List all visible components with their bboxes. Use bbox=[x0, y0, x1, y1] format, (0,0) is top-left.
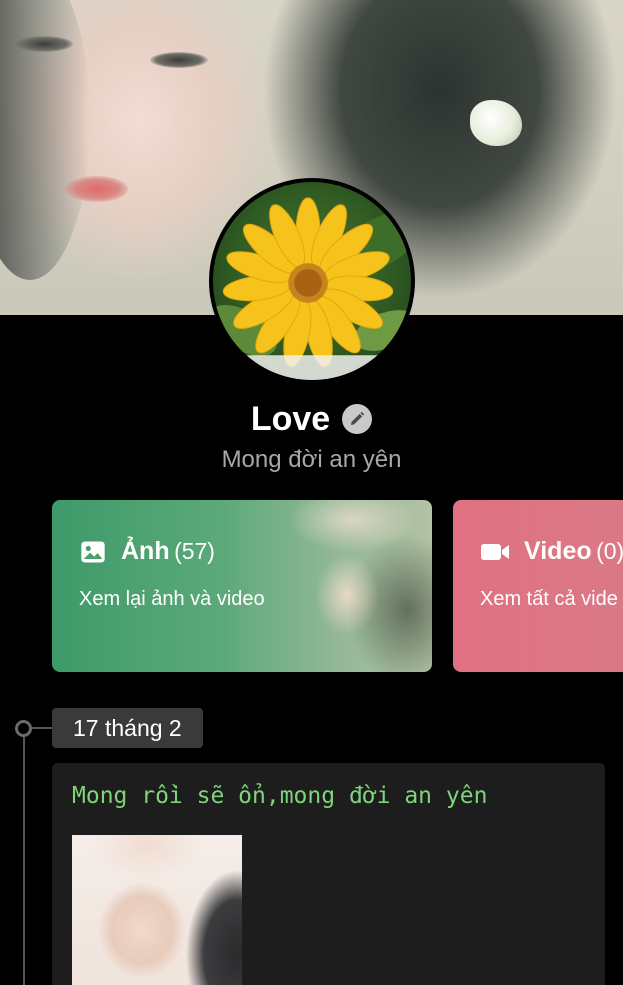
video-camera-icon bbox=[481, 543, 509, 560]
image-icon bbox=[81, 541, 105, 562]
post-photo[interactable] bbox=[72, 835, 242, 985]
photos-card-title: Ảnh (57) bbox=[79, 537, 215, 566]
videos-card-label: Video bbox=[524, 537, 592, 565]
avatar[interactable] bbox=[209, 178, 415, 384]
cover-eye-left bbox=[15, 36, 73, 52]
photos-card-thumbnail bbox=[257, 500, 432, 672]
cover-lips bbox=[66, 176, 128, 202]
edit-name-button[interactable] bbox=[342, 404, 373, 434]
sunflower-avatar-image bbox=[213, 197, 411, 380]
videos-card-title: Video (0) bbox=[480, 537, 623, 566]
photos-card[interactable]: Ảnh (57) Xem lại ảnh và video bbox=[52, 500, 432, 672]
post-text: Mong rồi sẽ ổn,mong đời an yên bbox=[72, 783, 488, 809]
timeline-post[interactable]: Mong rồi sẽ ổn,mong đời an yên bbox=[52, 763, 605, 985]
cover-hair-clip bbox=[470, 100, 522, 146]
profile-bio: Mong đời an yên bbox=[221, 446, 402, 473]
videos-card-count: (0) bbox=[596, 538, 623, 564]
profile-name-row: Love bbox=[0, 398, 623, 440]
videos-card[interactable]: Video (0) Xem tất cả vide bbox=[453, 500, 623, 672]
photos-card-subtitle: Xem lại ảnh và video bbox=[79, 588, 265, 610]
timeline-line bbox=[23, 737, 25, 985]
timeline-connector bbox=[32, 727, 54, 729]
profile-page: Love Mong đời an yên Ảnh (57) Xem lại ản… bbox=[0, 0, 623, 985]
timeline-dot bbox=[15, 720, 32, 737]
timeline-date-badge: 17 tháng 2 bbox=[52, 708, 203, 748]
photos-card-label: Ảnh bbox=[121, 537, 170, 565]
videos-card-subtitle: Xem tất cả vide bbox=[480, 588, 618, 610]
photos-card-count: (57) bbox=[174, 538, 215, 564]
cover-eye-right bbox=[150, 52, 208, 68]
profile-name: Love bbox=[250, 399, 331, 438]
edit-pencil-icon bbox=[351, 411, 365, 425]
